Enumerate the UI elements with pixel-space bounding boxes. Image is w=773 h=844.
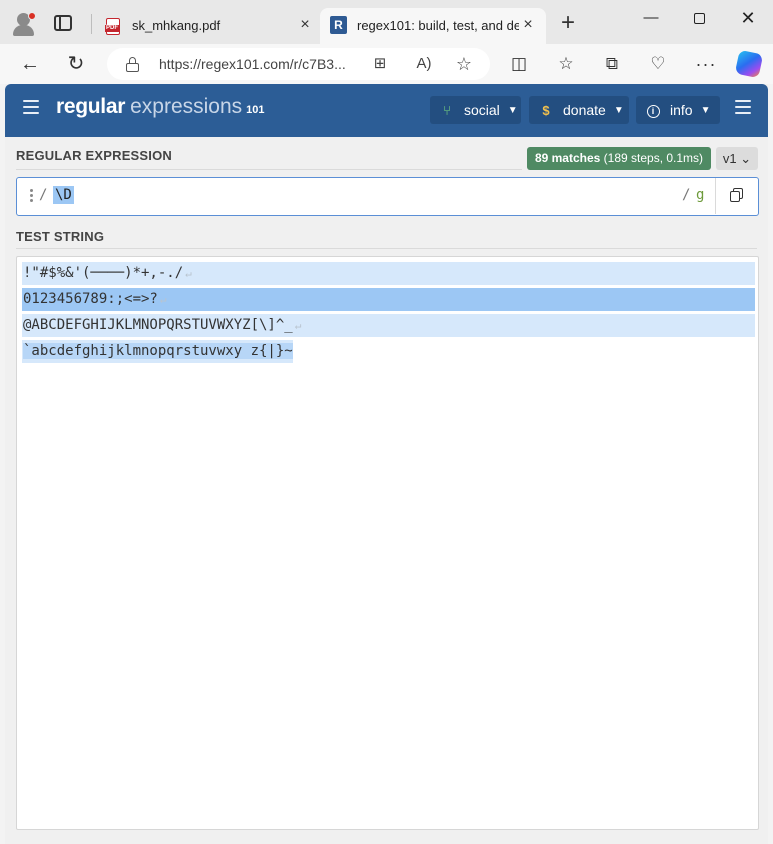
tab-regex101[interactable]: R regex101: build, test, and debug regex…: [320, 8, 546, 44]
tab-separator: [91, 14, 92, 34]
line-break-icon: ↵: [185, 267, 192, 280]
divider: [16, 169, 522, 170]
close-window-button[interactable]: ✕: [733, 6, 763, 30]
dollar-icon: $: [542, 102, 550, 118]
open-delimiter: /: [39, 187, 48, 203]
test-string-label: TEST STRING: [16, 229, 105, 244]
browser-toolbar: ← ↻ https://regex101.com/r/c7B3... ⊞ A) …: [0, 44, 773, 84]
chevron-down-icon: ▼: [700, 104, 711, 116]
settings-menu-icon[interactable]: [735, 100, 751, 114]
favorite-star-icon[interactable]: ☆: [453, 54, 475, 74]
close-tab-icon[interactable]: ×: [519, 16, 537, 34]
test-line[interactable]: !"#$%&'(────)*+,-./↵: [22, 262, 755, 285]
lock-icon[interactable]: [126, 57, 139, 72]
tab-actions-icon[interactable]: [54, 15, 72, 31]
divider: [715, 178, 716, 214]
new-tab-icon[interactable]: +: [556, 11, 580, 36]
chevron-down-icon: ⌄: [740, 151, 752, 166]
favorites-icon[interactable]: ☆: [553, 51, 579, 77]
site-logo[interactable]: regular expressions 101: [56, 95, 265, 119]
test-line[interactable]: 0123456789:;<=>? ↵: [22, 288, 755, 311]
drag-handle-icon[interactable]: [30, 189, 34, 203]
browser-tab-strip: PDF sk_mhkang.pdf × R regex101: build, t…: [0, 0, 773, 44]
test-string-editor[interactable]: !"#$%&'(────)*+,-./↵ 0123456789:;<=>? ↵ @…: [16, 256, 759, 830]
chevron-down-icon: ▼: [613, 104, 624, 116]
line-break-icon: ↵: [159, 293, 167, 306]
close-delimiter: /: [682, 187, 691, 203]
back-arrow-icon[interactable]: ←: [16, 50, 44, 78]
regex101-favicon: R: [330, 16, 347, 34]
url-text[interactable]: https://regex101.com/r/c7B3...: [159, 56, 346, 72]
pdf-icon: PDF: [105, 18, 120, 35]
regex101-page: regular expressions 101 ⑂ social ▼ $ donat…: [5, 84, 768, 844]
social-button[interactable]: ⑂ social ▼: [430, 96, 521, 124]
tab-title: regex101: build, test, and debug regex: [357, 18, 519, 33]
tab-title: sk_mhkang.pdf: [132, 18, 221, 33]
share-icon: ⑂: [443, 102, 451, 118]
collections-icon[interactable]: ⧉: [599, 51, 625, 77]
copy-icon[interactable]: [730, 188, 743, 203]
version-dropdown[interactable]: v1 ⌄: [716, 147, 758, 170]
divider: [16, 248, 757, 249]
tab-pdf[interactable]: PDF sk_mhkang.pdf ×: [98, 8, 320, 44]
info-button[interactable]: i info ▼: [636, 96, 720, 124]
minimize-button[interactable]: —: [636, 6, 666, 30]
info-icon: i: [642, 102, 664, 118]
maximize-button[interactable]: [684, 6, 714, 30]
regex-input[interactable]: / \D / g: [16, 177, 759, 216]
test-line[interactable]: `abcdefghijklmnopqrstuvwxy z{|}~: [22, 340, 293, 363]
menu-icon[interactable]: [23, 100, 39, 114]
line-break-icon: ↵: [294, 319, 302, 332]
test-line[interactable]: @ABCDEFGHIJKLMNOPQRSTUVWXYZ[\]^_ ↵: [22, 314, 755, 337]
address-bar[interactable]: https://regex101.com/r/c7B3... ⊞ A) ☆: [107, 48, 490, 80]
app-available-icon[interactable]: ⊞: [369, 54, 391, 74]
site-header: regular expressions 101 ⑂ social ▼ $ donat…: [5, 84, 768, 137]
regex-flags[interactable]: g: [696, 187, 704, 203]
reload-icon[interactable]: ↻: [62, 50, 90, 78]
browser-essentials-icon[interactable]: ♡: [645, 51, 671, 77]
close-tab-icon[interactable]: ×: [296, 16, 314, 34]
match-info-badge[interactable]: 89 matches (189 steps, 0.1ms): [527, 147, 711, 170]
profile-icon[interactable]: [12, 12, 36, 36]
chevron-down-icon: ▼: [507, 104, 518, 116]
split-screen-icon[interactable]: ◫: [506, 51, 532, 77]
read-aloud-icon[interactable]: A): [413, 54, 435, 74]
more-options-icon[interactable]: ···: [693, 51, 719, 77]
regex-section-label: REGULAR EXPRESSION: [16, 148, 173, 163]
donate-button[interactable]: $ donate ▼: [529, 96, 629, 124]
copilot-icon[interactable]: [734, 49, 764, 79]
regex-value[interactable]: \D: [53, 186, 74, 204]
